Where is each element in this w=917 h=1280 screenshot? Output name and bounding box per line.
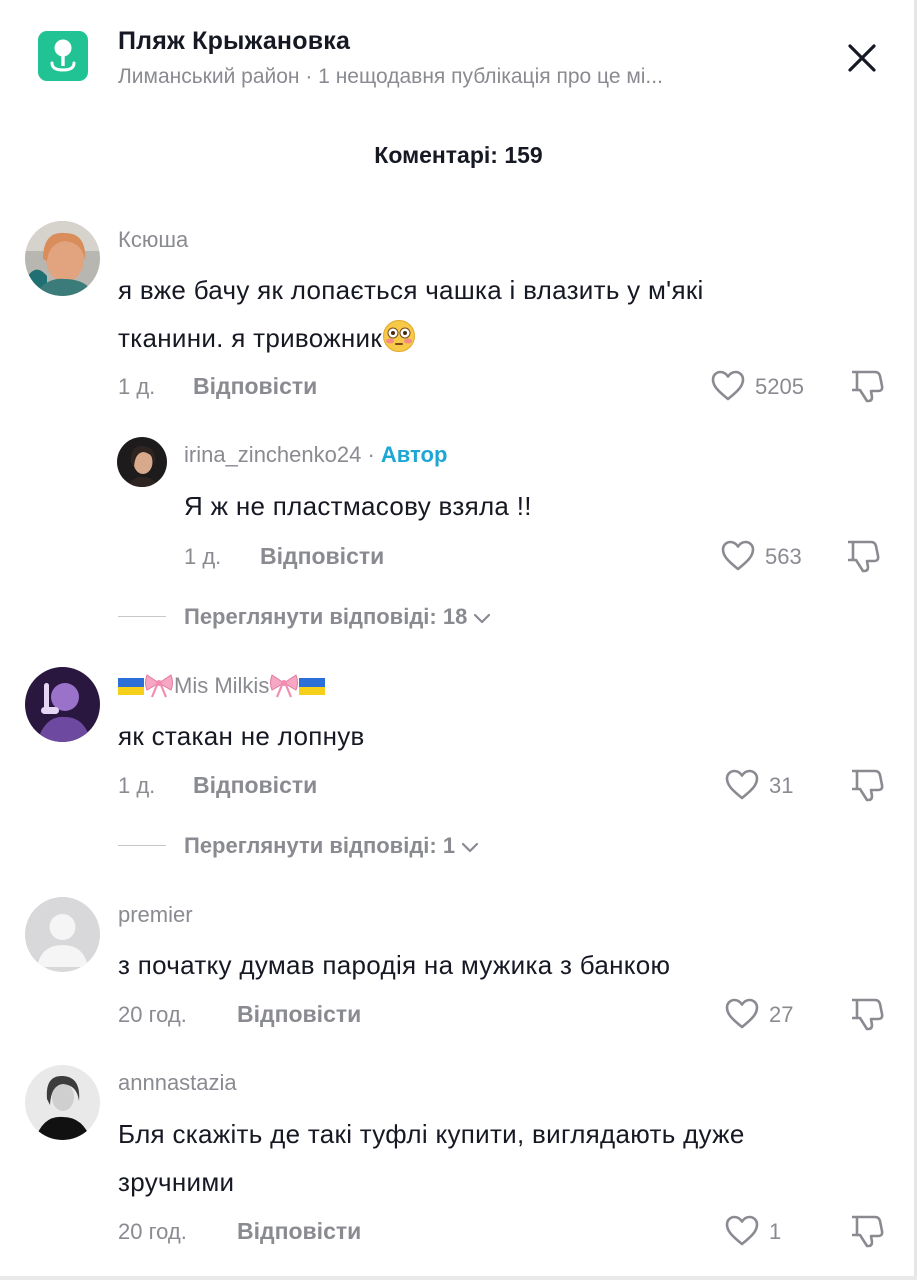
location-title: Пляж Крыжановка [118, 27, 351, 55]
comment-text: я вже бачу як лопається чашка і влазить … [118, 266, 878, 368]
default-avatar-icon[interactable] [25, 897, 100, 972]
reply-button[interactable]: Відповісти [260, 543, 384, 570]
comment-time: 20 год. [118, 1002, 187, 1027]
dislike-icon[interactable] [848, 995, 886, 1033]
map-pin-icon [38, 31, 88, 81]
reply-button[interactable]: Відповісти [193, 772, 317, 799]
heart-icon[interactable] [724, 767, 760, 803]
like-count: 5205 [755, 374, 804, 399]
ukraine-flag-icon [118, 678, 144, 695]
pink-bow-icon [144, 672, 174, 704]
comment-username[interactable]: irina_zinchenko24 · Автор [184, 442, 447, 468]
like-count: 1 [769, 1219, 782, 1244]
dislike-icon[interactable] [848, 1212, 886, 1250]
comment-time: 1 д. [118, 374, 156, 399]
divider [118, 616, 166, 617]
comment-username[interactable]: premier [118, 902, 193, 928]
heart-icon[interactable] [710, 368, 746, 404]
view-replies-button[interactable]: Переглянути відповіді: 18 [184, 604, 491, 631]
chevron-down-icon [461, 834, 479, 860]
reply-button[interactable]: Відповісти [193, 373, 317, 400]
avatar[interactable] [25, 221, 100, 296]
avatar[interactable] [25, 667, 100, 742]
ukraine-flag-icon [299, 678, 326, 695]
dislike-icon[interactable] [844, 537, 882, 575]
avatar[interactable] [117, 437, 167, 487]
comment-text: Я ж не пластмасову взяла !! [184, 491, 532, 521]
location-header[interactable]: Пляж Крыжановка Лиманський район · 1 нещ… [0, 0, 917, 120]
reply-button[interactable]: Відповісти [237, 1218, 361, 1245]
comments-count: Коментарі: 159 [374, 142, 543, 168]
comment-username[interactable]: Ксюша [118, 227, 188, 253]
dislike-icon[interactable] [848, 766, 886, 804]
comment-text: як стакан не лопнув [118, 721, 365, 751]
reply-button[interactable]: Відповісти [237, 1001, 361, 1028]
flushed-face-emoji [382, 319, 416, 368]
comment-time: 20 год. [118, 1219, 187, 1244]
location-subtitle: Лиманський район · 1 нещодавня публікаці… [118, 65, 663, 88]
close-icon[interactable] [840, 36, 884, 80]
comment-username[interactable]: annnastazia [118, 1070, 237, 1096]
divider [118, 845, 166, 846]
heart-icon[interactable] [724, 1213, 760, 1249]
divider [0, 1276, 917, 1280]
dislike-icon[interactable] [848, 367, 886, 405]
comment-username[interactable]: Mis Milkis [118, 672, 326, 704]
comment-text: Бля скажіть де такі туфлі купити, вигляд… [118, 1119, 745, 1197]
like-count: 27 [769, 1002, 794, 1027]
view-replies-button[interactable]: Переглянути відповіді: 1 [184, 833, 479, 860]
pink-bow-icon [269, 672, 299, 704]
author-badge: Автор [380, 442, 448, 467]
avatar[interactable] [25, 1065, 100, 1140]
chevron-down-icon [473, 605, 491, 631]
heart-icon[interactable] [724, 996, 760, 1032]
comment-time: 1 д. [184, 544, 222, 569]
comment-text: з початку думав пародія на мужика з банк… [118, 950, 671, 980]
heart-icon[interactable] [720, 538, 756, 574]
comment-time: 1 д. [118, 773, 156, 798]
like-count: 563 [765, 544, 802, 569]
like-count: 31 [769, 773, 794, 798]
